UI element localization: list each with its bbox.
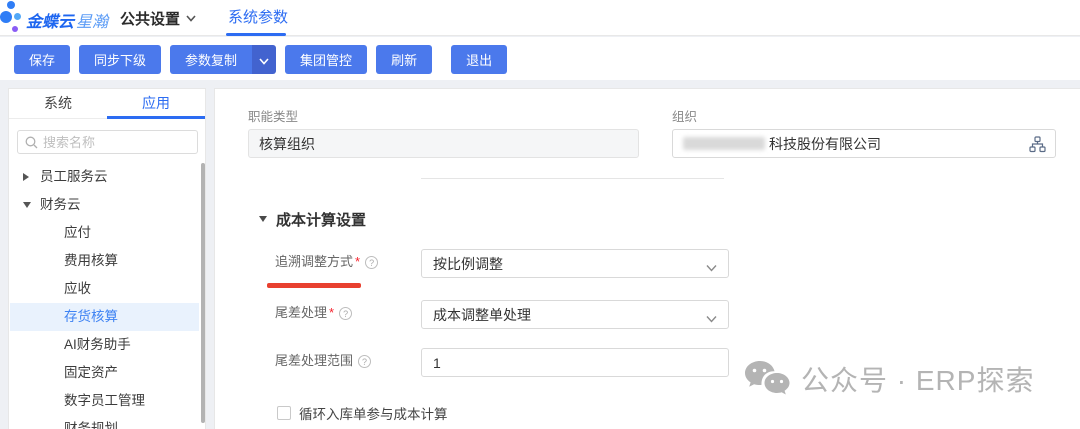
trace-adjust-label: 追溯调整方式*? [275, 254, 378, 270]
function-type-label: 职能类型 [248, 110, 298, 124]
parameter-form-panel: 职能类型 核算组织 组织 科技股份有限公司 成本计算设置 追溯调整方式*? 按比… [214, 88, 1080, 429]
tree-item-employee-service-cloud[interactable]: 员工服务云 [10, 163, 199, 191]
menu-public-settings[interactable]: 公共设置 [120, 0, 196, 36]
top-navbar: 金蝶云星瀚 公共设置 系统参数 [0, 0, 1080, 36]
tree-item-payables[interactable]: 应付 [10, 219, 199, 247]
tree-scrollbar[interactable] [201, 163, 205, 423]
sidebar-panel: 系统 应用 员工服务云 财务云 应付 费用核算 应收 存货核算 AI财务助手 固… [8, 88, 206, 429]
toolbar: 保存 同步下级 参数复制 集团管控 刷新 退出 [0, 37, 1080, 80]
tab-system[interactable]: 系统 [9, 89, 107, 118]
tree-item-finance-cloud[interactable]: 财务云 [10, 191, 199, 219]
org-picker-icon[interactable] [1029, 136, 1046, 156]
required-mark: * [329, 305, 334, 320]
redacted-company-name [683, 137, 765, 150]
sidebar-tabs: 系统 应用 [9, 89, 205, 119]
function-type-field: 核算组织 [248, 129, 639, 158]
logo-dot [12, 26, 18, 32]
parameter-copy-dropdown[interactable] [252, 45, 276, 74]
organization-value: 科技股份有限公司 [769, 134, 881, 154]
tree-item-fixed-assets[interactable]: 固定资产 [10, 359, 199, 387]
checkbox-unchecked[interactable] [277, 406, 291, 420]
cost-calc-section-header[interactable]: 成本计算设置 [259, 210, 366, 228]
tail-diff-range-field[interactable] [421, 348, 729, 377]
tail-diff-label: 尾差处理*? [275, 305, 352, 321]
parameter-copy-split-button: 参数复制 [170, 45, 276, 74]
exit-button[interactable]: 退出 [451, 45, 507, 74]
collapsed-arrow-icon[interactable] [23, 173, 29, 181]
red-underline-annotation [267, 283, 361, 288]
organization-field[interactable]: 科技股份有限公司 [672, 129, 1056, 158]
logo-dot [14, 13, 21, 20]
loop-inbound-checkbox-row[interactable]: 循环入库单参与成本计算 [277, 403, 448, 423]
expanded-arrow-icon[interactable] [23, 202, 31, 208]
watermark: 公众号 · ERP探索 [743, 359, 1034, 399]
tail-diff-select[interactable]: 成本调整单处理 [421, 300, 729, 329]
tree-search[interactable] [17, 130, 198, 154]
active-tab-underline [226, 33, 286, 36]
brand-bold: 金蝶云 [26, 14, 74, 31]
section-collapse-icon [259, 216, 267, 222]
organization-label: 组织 [672, 110, 697, 124]
checkbox-label: 循环入库单参与成本计算 [299, 403, 448, 423]
group-control-button[interactable]: 集团管控 [285, 45, 367, 74]
tree-item-receivables[interactable]: 应收 [10, 275, 199, 303]
help-icon[interactable]: ? [339, 307, 352, 320]
help-icon[interactable]: ? [358, 355, 371, 368]
logo-dot [7, 1, 15, 9]
tree-item-inventory-accounting[interactable]: 存货核算 [10, 303, 199, 331]
watermark-text: 公众号 · ERP探索 [801, 359, 1034, 399]
search-input[interactable] [43, 135, 173, 150]
section-divider [421, 178, 724, 179]
brand-text: 金蝶云星瀚 [26, 8, 108, 32]
section-title: 成本计算设置 [276, 209, 366, 230]
chevron-down-icon [706, 259, 717, 275]
refresh-button[interactable]: 刷新 [376, 45, 432, 74]
save-button[interactable]: 保存 [14, 45, 70, 74]
sync-subordinate-button[interactable]: 同步下级 [79, 45, 161, 74]
tree-item-digital-employee[interactable]: 数字员工管理 [10, 387, 199, 415]
tab-application[interactable]: 应用 [107, 89, 205, 118]
tree-item-ai-finance-assistant[interactable]: AI财务助手 [10, 331, 199, 359]
logo-dot [0, 11, 12, 23]
tail-diff-range-input[interactable] [433, 355, 693, 371]
chevron-down-icon [186, 0, 196, 36]
brand-light: 星瀚 [76, 14, 108, 31]
tab-system-parameters[interactable]: 系统参数 [228, 0, 288, 36]
parameter-copy-button[interactable]: 参数复制 [170, 45, 252, 74]
menu-label: 公共设置 [120, 11, 180, 28]
tree-item-clipped[interactable]: 财务规划 [10, 415, 199, 429]
chevron-down-icon [259, 52, 269, 68]
trace-adjust-select[interactable]: 按比例调整 [421, 249, 729, 278]
required-mark: * [355, 254, 360, 269]
tree-item-expense-accounting[interactable]: 费用核算 [10, 247, 199, 275]
chevron-down-icon [706, 310, 717, 326]
function-type-value: 核算组织 [259, 134, 315, 154]
tail-diff-range-label: 尾差处理范围? [275, 353, 371, 369]
help-icon[interactable]: ? [365, 256, 378, 269]
wechat-icon [743, 359, 791, 399]
module-tree: 员工服务云 财务云 应付 费用核算 应收 存货核算 AI财务助手 固定资产 数字… [9, 161, 206, 429]
search-icon [25, 136, 38, 149]
